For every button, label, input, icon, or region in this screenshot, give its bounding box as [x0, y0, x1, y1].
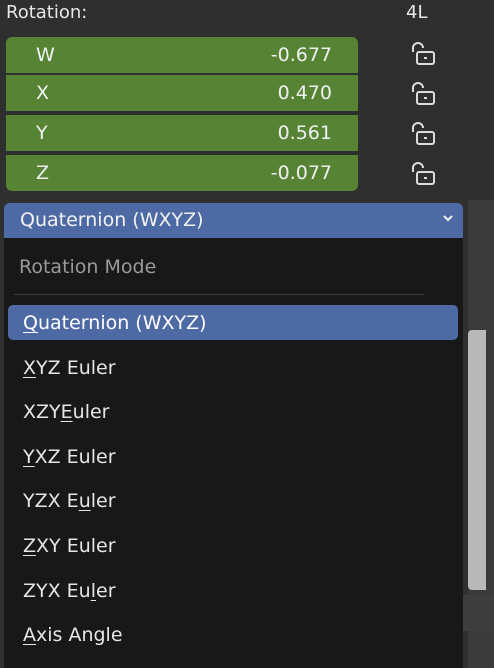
item-text: XZ Euler [34, 445, 116, 468]
rotation-label: Rotation: [6, 2, 88, 23]
item-mnemonic: E [60, 400, 73, 423]
lock-open-icon[interactable] [408, 82, 436, 106]
axis-label: Y [36, 122, 48, 144]
rotation-mode-dropdown[interactable]: Quaternion (WXYZ) [4, 203, 463, 238]
axis-value: -0.677 [270, 44, 332, 66]
menu-item-axis-angle[interactable]: Axis Angle [8, 617, 458, 652]
rotation-y-field[interactable]: Y 0.561 [6, 115, 358, 151]
item-text: ler [90, 489, 116, 512]
lock-open-icon[interactable] [408, 42, 436, 66]
item-text: uaternion (WXYZ) [37, 311, 207, 334]
lock-open-icon[interactable] [408, 162, 436, 186]
lock-open-icon[interactable] [408, 122, 436, 146]
menu-separator [14, 294, 424, 295]
item-mnemonic: u [78, 489, 91, 512]
item-text: XY Euler [36, 534, 116, 557]
background-scrollbar [468, 330, 486, 590]
rotation-z-field[interactable]: Z -0.077 [6, 155, 358, 191]
item-text: XZY [23, 400, 61, 423]
item-mnemonic: A [23, 623, 36, 646]
menu-title: Rotation Mode [19, 256, 157, 278]
axis-value: 0.561 [277, 122, 332, 144]
menu-item-xyz-euler[interactable]: X YZ Euler [8, 350, 458, 385]
axis-label: W [36, 44, 55, 66]
menu-item-xzy-euler[interactable]: XZY Euler [8, 394, 458, 429]
dropdown-selected-value: Quaternion (WXYZ) [20, 209, 204, 231]
menu-item-quaternion[interactable]: Quaternion (WXYZ) [8, 305, 458, 340]
menu-item-yxz-euler[interactable]: Y XZ Euler [8, 439, 458, 474]
rotation-extra-label: 4L [406, 2, 428, 23]
item-text: YZ Euler [36, 356, 116, 379]
rotation-x-field[interactable]: X 0.470 [6, 75, 358, 111]
item-mnemonic: X [23, 356, 37, 379]
menu-item-zxy-euler[interactable]: Z XY Euler [8, 528, 458, 563]
axis-value: -0.077 [270, 162, 332, 184]
axis-value: 0.470 [277, 82, 332, 104]
item-text: xis Angle [36, 623, 123, 646]
item-text: er [96, 579, 116, 602]
item-text: ZYX Eu [23, 579, 91, 602]
menu-item-yzx-euler[interactable]: YZX Eu ler [8, 483, 458, 518]
item-mnemonic: Q [23, 311, 38, 334]
chevron-down-icon [443, 215, 453, 222]
axis-label: Z [36, 162, 50, 184]
item-mnemonic: Y [23, 445, 35, 468]
menu-item-zyx-euler[interactable]: ZYX Eu l er [8, 573, 458, 608]
item-text: YZX E [23, 489, 79, 512]
rotation-mode-menu: Rotation Mode Quaternion (WXYZ) X YZ Eule… [4, 238, 463, 668]
item-text: uler [72, 400, 110, 423]
item-mnemonic: Z [23, 534, 37, 557]
axis-label: X [36, 82, 50, 104]
rotation-w-field[interactable]: W -0.677 [6, 37, 358, 73]
background-widget [462, 595, 494, 631]
